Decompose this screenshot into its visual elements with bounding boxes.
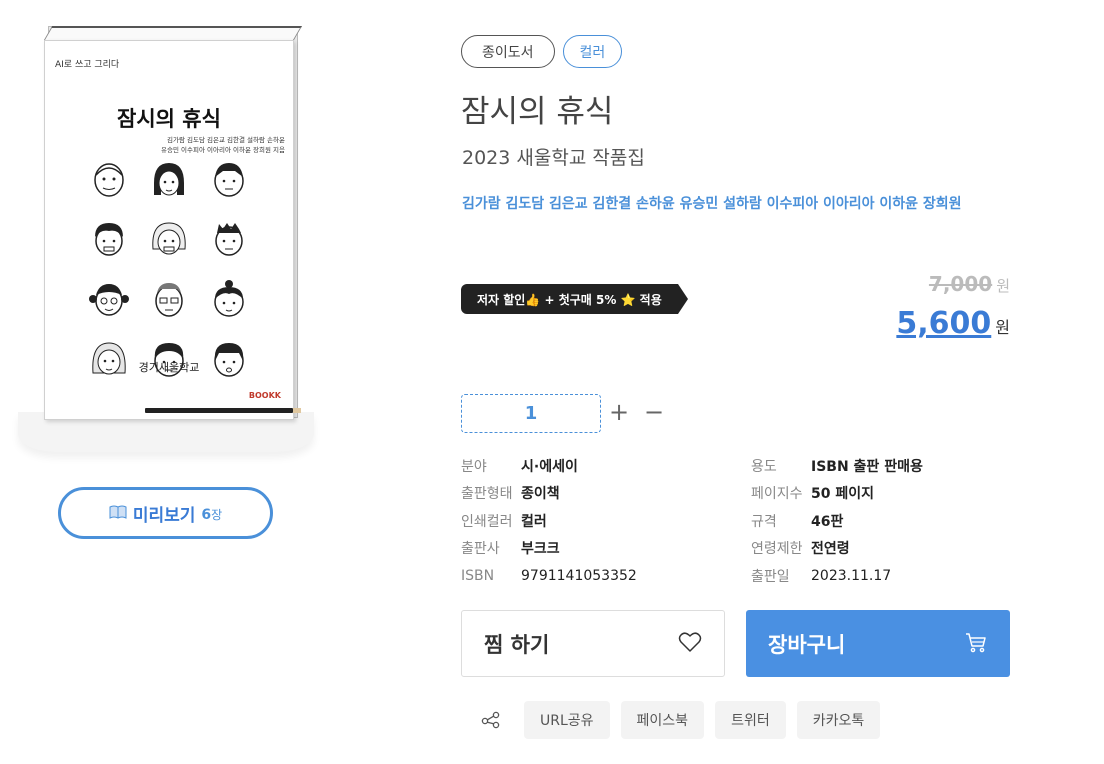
original-price-unit: 원: [996, 277, 1010, 295]
spec-value: 전연령: [811, 541, 850, 558]
spec-row: 규격 46판: [751, 507, 1021, 535]
discount-promo-badge: 저자 할인👍 + 첫구매 5% ⭐ 적용: [461, 284, 688, 314]
share-row: URL공유 페이스북 트위터 카카오톡: [480, 701, 881, 739]
cover-illustration: [89, 159, 257, 379]
cover-authors-line2: 유승민 이수피아 이아리아 이하윤 장희원 지음: [161, 146, 285, 154]
spec-row: 출판형태 종이책: [461, 480, 751, 508]
tag-paper-book: 종이도서: [461, 35, 555, 68]
cover-authors: 김가람 김도담 김은교 김한결 설하람 손하윤 유승민 이수피아 이아리아 이하…: [141, 135, 285, 155]
quantity-minus-button[interactable]: −: [644, 398, 664, 426]
cover-top-edge: [44, 26, 303, 40]
spec-value: 시·에세이: [521, 458, 578, 475]
preview-button[interactable]: 미리보기 6장: [58, 487, 273, 539]
sale-price-unit: 원: [995, 318, 1010, 337]
cover-front: AI로 쓰고 그리다 잠시의 휴식 김가람 김도담 김은교 김한결 설하람 손하…: [44, 40, 301, 420]
cart-icon: [964, 630, 988, 658]
share-url-button[interactable]: URL공유: [524, 701, 610, 739]
spec-value: 부크크: [521, 541, 560, 558]
face-illustration: [94, 163, 124, 197]
preview-count: 6: [201, 506, 212, 523]
share-kakaotalk-button[interactable]: 카카오톡: [796, 701, 881, 739]
book-subtitle: 2023 새울학교 작품집: [462, 147, 645, 169]
spec-value: 9791141053352: [521, 567, 637, 584]
spec-key: 출판형태: [461, 486, 513, 503]
share-twitter-button[interactable]: 트위터: [715, 701, 786, 739]
spec-value: 46판: [811, 513, 844, 530]
spec-row: 페이지수 50 페이지: [751, 480, 1021, 508]
cover-authors-line1: 김가람 김도담 김은교 김한결 설하람 손하윤: [167, 136, 285, 144]
book-title: 잠시의 휴식: [461, 94, 614, 130]
spec-key: ISBN: [461, 567, 495, 584]
spec-value: 컬러: [521, 513, 547, 530]
spec-key: 인쇄컬러: [461, 513, 513, 530]
spec-key: 규격: [751, 513, 777, 530]
wishlist-button[interactable]: 찜 하기: [461, 610, 725, 677]
open-book-icon: [109, 504, 127, 523]
face-illustration: [155, 283, 183, 317]
spec-row: ISBN 9791141053352: [461, 562, 751, 590]
spec-value: 2023.11.17: [811, 567, 892, 584]
spec-key: 출판사: [461, 541, 500, 558]
book-cover: AI로 쓰고 그리다 잠시의 휴식 김가람 김도담 김은교 김한결 설하람 손하…: [18, 22, 314, 452]
heart-icon: [678, 631, 702, 657]
spec-key: 연령제한: [751, 541, 803, 558]
quantity-input[interactable]: 1: [461, 394, 601, 433]
face-illustration: [89, 284, 129, 316]
face-illustration: [214, 163, 244, 197]
add-to-cart-button[interactable]: 장바구니: [746, 610, 1010, 677]
face-illustration: [152, 222, 186, 255]
original-price: 7,000 원: [929, 272, 1010, 296]
pencil-illustration: [145, 408, 301, 413]
publisher-logo: BOOKK: [248, 391, 281, 400]
cart-label: 장바구니: [768, 632, 846, 657]
sale-price-value: 5,600: [896, 306, 992, 341]
cover-series: AI로 쓰고 그리다: [55, 60, 120, 70]
spec-row: 연령제한 전연령: [751, 535, 1021, 563]
face-illustration: [154, 163, 184, 196]
spec-key: 분야: [461, 458, 487, 475]
book-authors[interactable]: 김가람 김도담 김은교 김한결 손하윤 유승민 설하람 이수피아 이아리아 이하…: [462, 193, 962, 213]
cover-title: 잠시의 휴식: [117, 107, 221, 131]
face-illustration: [95, 223, 123, 256]
face-illustration: [215, 223, 243, 256]
face-illustration: [214, 280, 244, 317]
preview-unit: 장: [211, 507, 223, 522]
tag-color: 컬러: [562, 35, 623, 68]
spec-row: 분야 시·에세이: [461, 452, 751, 480]
spec-row: 출판사 부크크: [461, 535, 751, 563]
cover-school: 경기새울학교: [138, 361, 200, 374]
sale-price: 5,600 원: [896, 306, 1010, 341]
original-price-value: 7,000: [928, 272, 993, 296]
preview-label: 미리보기: [132, 505, 196, 526]
book-specs: 분야 시·에세이 용도 ISBN 출판 판매용 출판형태 종이책 페이지수 50 페이지…: [461, 452, 1021, 590]
quantity-plus-button[interactable]: +: [609, 398, 629, 426]
share-facebook-button[interactable]: 페이스북: [620, 701, 705, 739]
wishlist-label: 찜 하기: [484, 632, 550, 657]
spec-row: 출판일 2023.11.17: [751, 562, 1021, 590]
spec-value: 50 페이지: [811, 486, 874, 503]
spec-value: ISBN 출판 판매용: [811, 458, 923, 475]
spec-key: 용도: [751, 458, 777, 475]
spec-row: 용도 ISBN 출판 판매용: [751, 452, 1021, 480]
format-tags: 종이도서 컬러: [461, 35, 623, 68]
spec-key: 페이지수: [751, 486, 803, 503]
spec-value: 종이책: [521, 486, 560, 503]
spec-key: 출판일: [751, 568, 790, 585]
share-icon: [480, 711, 502, 729]
spec-row: 인쇄컬러 컬러: [461, 507, 751, 535]
